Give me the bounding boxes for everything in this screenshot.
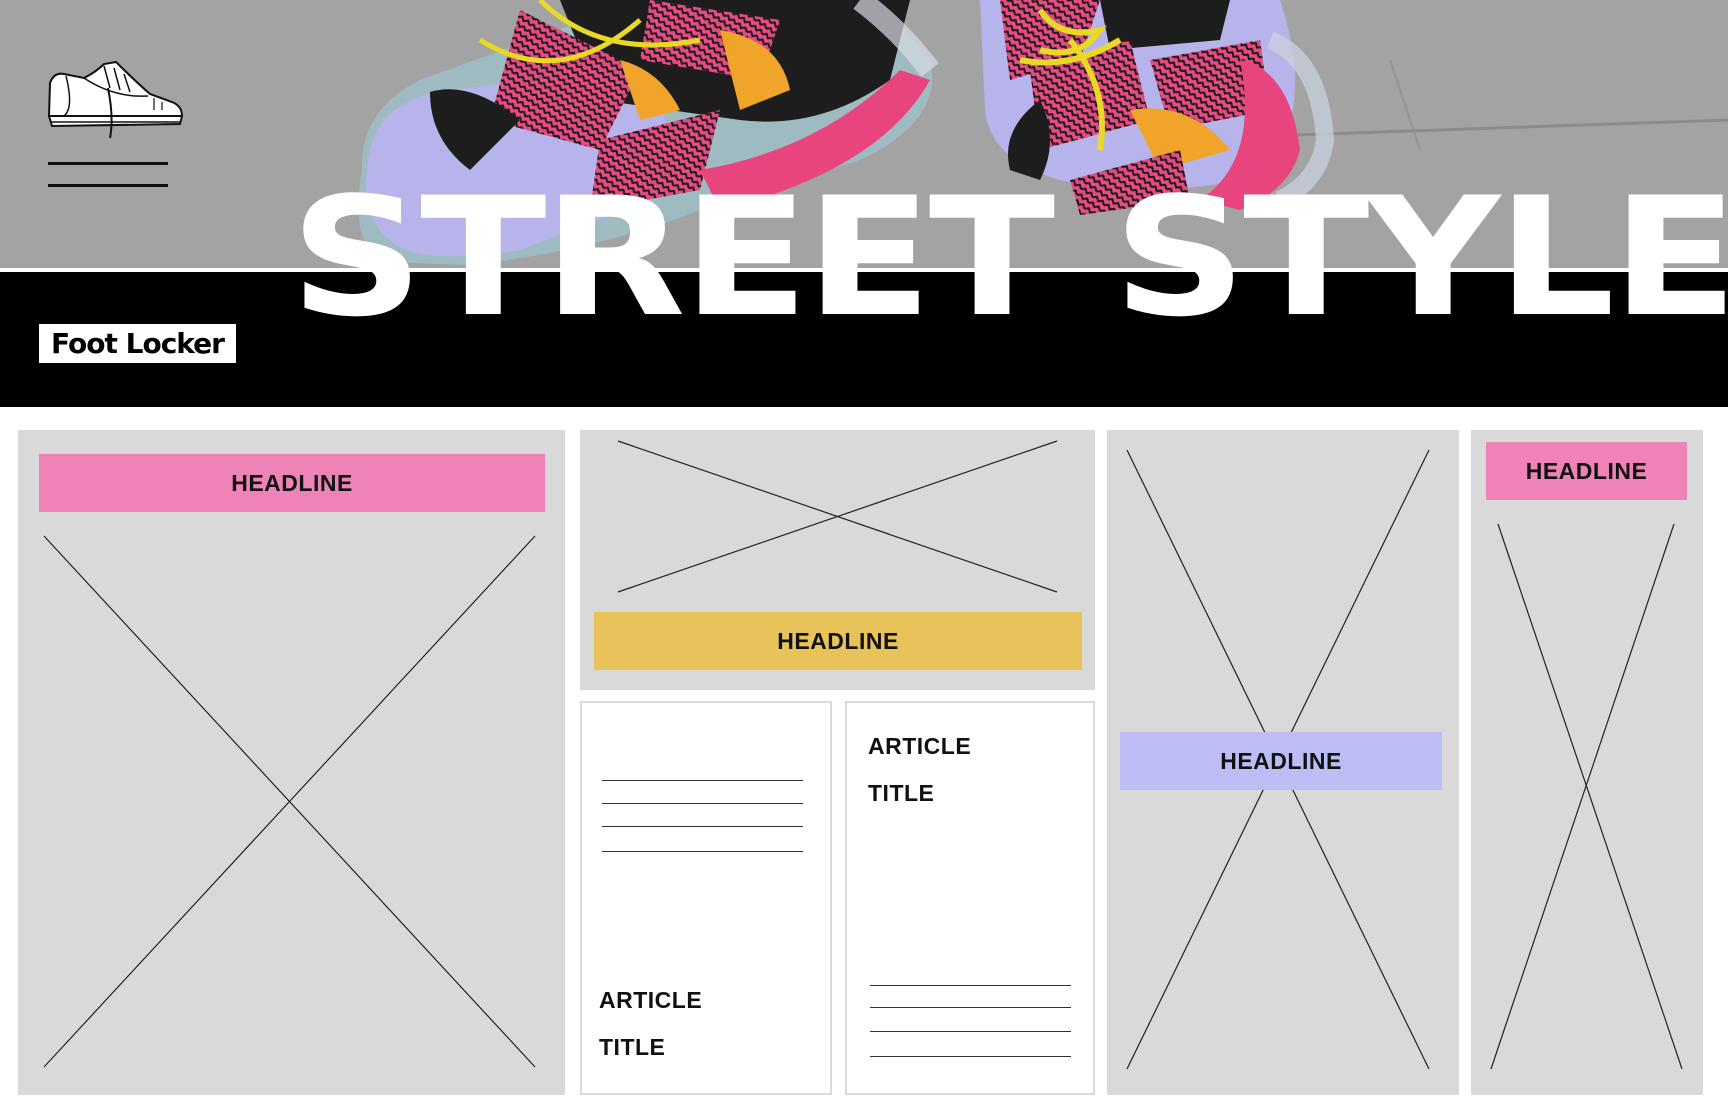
feature-card-2[interactable]: HEADLINE xyxy=(580,430,1095,690)
article-title-line2: TITLE xyxy=(599,1034,666,1060)
text-line xyxy=(602,851,803,852)
menu-icon-line[interactable] xyxy=(48,184,168,187)
image-placeholder xyxy=(1490,523,1683,1070)
menu-icon[interactable] xyxy=(48,162,168,165)
image-placeholder xyxy=(43,535,536,1068)
article-card-2[interactable]: ARTICLE TITLE xyxy=(845,701,1095,1095)
feature-card-3[interactable]: HEADLINE xyxy=(1107,430,1459,1095)
brand-logo[interactable]: Foot Locker xyxy=(39,324,236,363)
headline-label: HEADLINE xyxy=(1486,442,1687,500)
text-line xyxy=(870,1007,1071,1008)
text-line xyxy=(602,803,803,804)
sneaker-icon xyxy=(47,60,184,139)
text-line xyxy=(870,1056,1071,1057)
text-line xyxy=(602,780,803,781)
headline-label: HEADLINE xyxy=(39,454,545,512)
article-card-1[interactable]: ARTICLE TITLE xyxy=(580,701,832,1095)
feature-card-4[interactable]: HEADLINE xyxy=(1471,430,1703,1095)
feature-card-1[interactable]: HEADLINE xyxy=(18,430,565,1095)
page-title: STREET STYLE xyxy=(290,162,1728,353)
article-title-line2: TITLE xyxy=(868,780,935,806)
article-title-line1: ARTICLE xyxy=(599,987,703,1013)
headline-label: HEADLINE xyxy=(1120,732,1442,790)
text-line xyxy=(602,826,803,827)
text-line xyxy=(870,985,1071,986)
headline-label: HEADLINE xyxy=(594,612,1082,670)
text-line xyxy=(870,1031,1071,1032)
article-title-line1: ARTICLE xyxy=(868,733,972,759)
